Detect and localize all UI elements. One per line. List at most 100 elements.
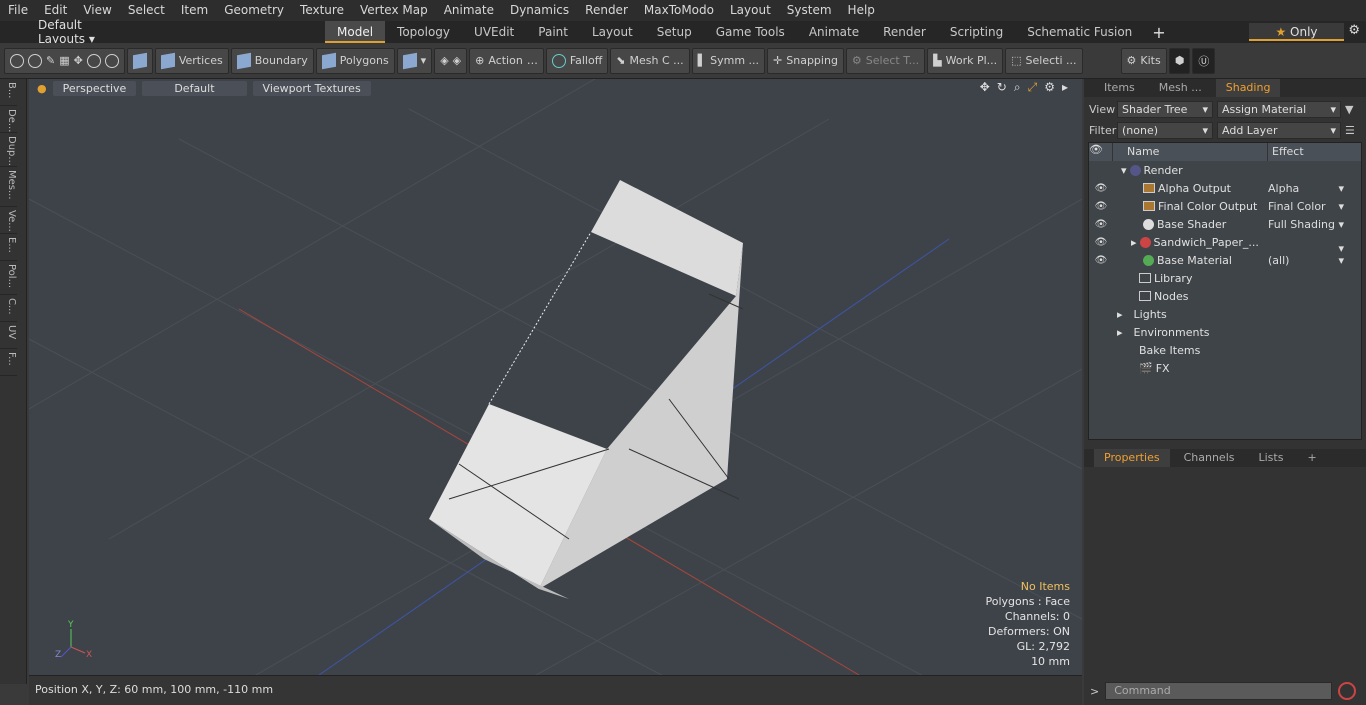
kits-button[interactable]: ⚙ Kits <box>1120 47 1167 74</box>
fit-icon[interactable]: ⤢ <box>1028 80 1038 95</box>
sidebar-tab-8[interactable]: UV <box>0 322 17 349</box>
filter-icon[interactable]: ▼ <box>1345 103 1353 116</box>
eye-icon[interactable]: 👁 <box>1089 255 1113 266</box>
tab-render[interactable]: Render <box>871 21 938 43</box>
sidebar-tab-0[interactable]: B... <box>0 79 17 106</box>
add-tab-icon[interactable]: + <box>1297 449 1326 467</box>
eye-icon[interactable]: 👁 <box>1089 237 1113 248</box>
tab-mesh[interactable]: Mesh ... <box>1149 79 1212 97</box>
menu-select[interactable]: Select <box>120 0 173 21</box>
menu-render[interactable]: Render <box>577 0 636 21</box>
row-effect[interactable]: (all) ▾ <box>1268 254 1346 267</box>
tab-layout[interactable]: Layout <box>580 21 645 43</box>
tree-row-final-color[interactable]: 👁 Final Color Output Final Color ▾ <box>1089 197 1361 215</box>
mesh-constraints-button[interactable]: ⬊ Mesh C ... <box>610 47 690 74</box>
row-effect[interactable]: Alpha ▾ <box>1268 182 1346 195</box>
action-center-button[interactable]: ⊕ Action … <box>469 47 544 74</box>
tab-topology[interactable]: Topology <box>385 21 462 43</box>
viewport-textures-button[interactable]: Viewport Textures <box>252 80 371 96</box>
sidebar-tab-1[interactable]: De... <box>0 106 17 133</box>
snap-toggles[interactable]: ◈ ◈ <box>434 47 468 74</box>
tab-lists[interactable]: Lists <box>1249 449 1294 467</box>
viewport-scene[interactable]: Y X Z <box>29 79 1082 675</box>
sidebar-tab-2[interactable]: Dup... <box>0 133 17 167</box>
tree-row-render[interactable]: ▾ Render <box>1089 161 1361 179</box>
menu-help[interactable]: Help <box>840 0 883 21</box>
menu-vertex-map[interactable]: Vertex Map <box>352 0 436 21</box>
sidebar-tab-3[interactable]: Mes... <box>0 167 17 207</box>
eye-icon[interactable]: 👁 <box>1089 201 1113 212</box>
expand-arrow-icon[interactable]: ▸ <box>1062 80 1068 95</box>
tree-row-bake-items[interactable]: Bake Items <box>1089 341 1361 359</box>
sidebar-tab-4[interactable]: Ve... <box>0 207 17 234</box>
eye-icon[interactable]: 👁 <box>1089 219 1113 230</box>
tab-scripting[interactable]: Scripting <box>938 21 1015 43</box>
menu-system[interactable]: System <box>779 0 840 21</box>
sidebar-tab-5[interactable]: E... <box>0 234 17 261</box>
add-tab-icon[interactable]: + <box>1144 23 1173 42</box>
options-icon[interactable]: ☰ <box>1345 124 1355 137</box>
tab-animate[interactable]: Animate <box>797 21 871 43</box>
sidebar-tab-7[interactable]: C... <box>0 295 17 322</box>
tab-paint[interactable]: Paint <box>526 21 580 43</box>
move-view-icon[interactable]: ✥ <box>980 80 990 95</box>
item-mode-button[interactable] <box>126 47 153 74</box>
tree-row-sandwich-paper[interactable]: 👁 ▸ Sandwich_Paper_... ▾ <box>1089 233 1361 256</box>
vertices-button[interactable]: Vertices <box>154 47 229 74</box>
selection-sets-button[interactable]: ⬚ Selecti ... <box>1005 47 1083 74</box>
eye-icon[interactable]: 👁 <box>1089 183 1113 194</box>
falloff-button[interactable]: Falloff <box>545 47 609 74</box>
polygons-button[interactable]: Polygons <box>315 47 395 74</box>
tab-schematic-fusion[interactable]: Schematic Fusion <box>1015 21 1144 43</box>
menu-layout[interactable]: Layout <box>722 0 779 21</box>
tree-row-base-material[interactable]: 👁 Base Material (all) ▾ <box>1089 251 1361 269</box>
filter-dropdown[interactable]: (none) <box>1117 122 1213 139</box>
work-plane-button[interactable]: ▙ Work Pl... <box>927 47 1004 74</box>
tab-shading[interactable]: Shading <box>1215 79 1281 97</box>
menu-maxtomodo[interactable]: MaxToModo <box>636 0 722 21</box>
col-effect[interactable]: Effect <box>1268 143 1304 161</box>
tree-row-base-shader[interactable]: 👁 Base Shader Full Shading ▾ <box>1089 215 1361 233</box>
symmetry-button[interactable]: ▌ Symm ... <box>691 47 766 74</box>
menu-animate[interactable]: Animate <box>436 0 502 21</box>
row-effect[interactable]: Final Color ▾ <box>1268 200 1346 213</box>
snapping-button[interactable]: ✛ Snapping <box>767 47 844 74</box>
add-layer-dropdown[interactable]: Add Layer <box>1217 122 1341 139</box>
view-dropdown[interactable]: Shader Tree <box>1117 101 1213 118</box>
command-input[interactable]: Command <box>1105 682 1333 700</box>
tree-row-alpha-output[interactable]: 👁 Alpha Output Alpha ▾ <box>1089 179 1361 197</box>
default-style-button[interactable]: Default <box>142 80 247 96</box>
only-toggle[interactable]: ★ Only <box>1249 23 1344 41</box>
model-top-panel[interactable] <box>591 180 743 296</box>
boundary-button[interactable]: Boundary <box>230 47 314 74</box>
tab-game-tools[interactable]: Game Tools <box>704 21 797 43</box>
model-side-panel[interactable] <box>539 243 743 589</box>
row-effect[interactable]: Full Shading ▾ <box>1268 218 1346 231</box>
tree-row-library[interactable]: Library <box>1089 269 1361 287</box>
tab-channels[interactable]: Channels <box>1174 449 1245 467</box>
3d-viewport[interactable]: Y X Z ● Perspective Default Viewport Tex… <box>29 79 1082 675</box>
tab-setup[interactable]: Setup <box>645 21 704 43</box>
col-name[interactable]: Name <box>1113 143 1268 161</box>
tree-row-lights[interactable]: ▸ Lights <box>1089 305 1361 323</box>
layouts-dropdown[interactable]: Default Layouts ▾ <box>0 18 120 46</box>
material-mode-button[interactable]: ▾ <box>396 47 433 74</box>
tree-row-nodes[interactable]: Nodes <box>1089 287 1361 305</box>
perspective-button[interactable]: Perspective <box>52 80 137 96</box>
tab-properties[interactable]: Properties <box>1094 449 1170 467</box>
rotate-view-icon[interactable]: ↻ <box>997 80 1007 95</box>
zoom-icon[interactable]: ⌕ <box>1014 80 1021 95</box>
viewport-settings-icon[interactable]: ⚙ <box>1044 80 1055 95</box>
unity-button[interactable]: ⬢ <box>1168 47 1191 74</box>
sidebar-tab-6[interactable]: Pol... <box>0 261 17 295</box>
menu-geometry[interactable]: Geometry <box>216 0 292 21</box>
tree-row-fx[interactable]: 🎬 FX <box>1089 359 1361 377</box>
record-icon[interactable] <box>1338 682 1357 700</box>
menu-texture[interactable]: Texture <box>292 0 352 21</box>
tree-row-environments[interactable]: ▸ Environments <box>1089 323 1361 341</box>
tab-model[interactable]: Model <box>325 21 386 43</box>
menu-dynamics[interactable]: Dynamics <box>502 0 577 21</box>
sidebar-tab-9[interactable]: F... <box>0 349 17 376</box>
assign-material-dropdown[interactable]: Assign Material <box>1217 101 1341 118</box>
tab-uvedit[interactable]: UVEdit <box>462 21 526 43</box>
